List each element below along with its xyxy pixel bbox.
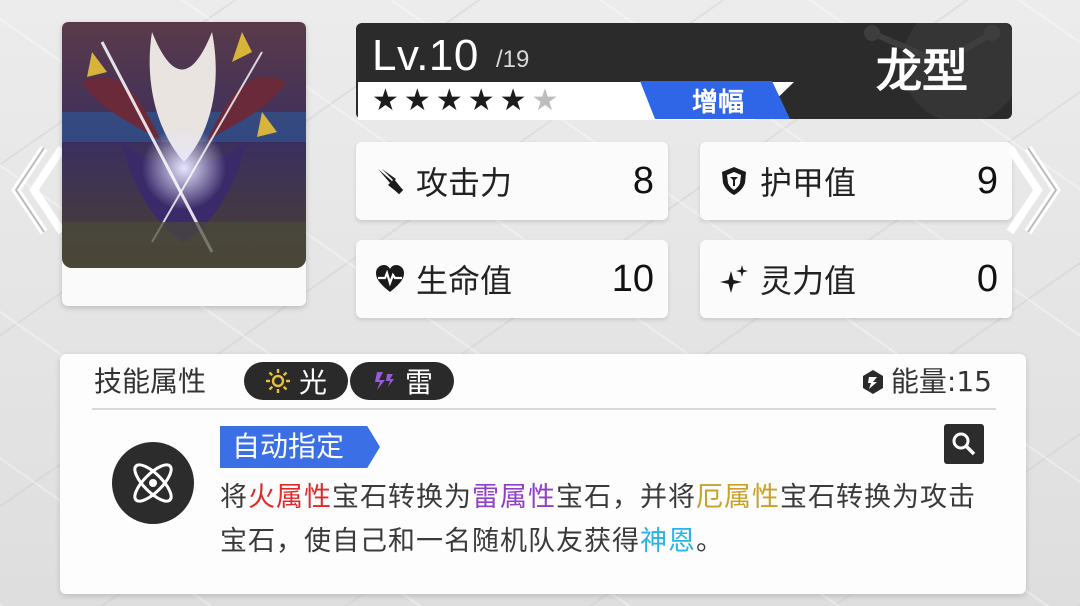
attribute-badge-thunder[interactable]: 雷 [350, 362, 454, 400]
thunder-icon [374, 372, 394, 390]
attribute-thunder-label: 雷 [404, 366, 433, 399]
stat-hp: 生命值 10 [356, 240, 668, 318]
star-icon: ★ [467, 83, 495, 118]
energy-value: 能量:15 [890, 365, 992, 398]
character-portrait-card[interactable] [62, 22, 306, 306]
skill-description: 将火属性宝石转换为雷属性宝石，并将厄属性宝石转换为攻击宝石，使自己和一名随机队友… [220, 476, 1000, 564]
skill-desc-text: 宝石转换为 [332, 482, 472, 513]
character-type: 龙型 [876, 44, 968, 98]
stat-attack-label: 攻击力 [416, 164, 513, 202]
sword-icon [370, 161, 410, 201]
attribute-light-label: 光 [298, 366, 327, 399]
stat-attack: 攻击力 8 [356, 142, 668, 220]
divider [92, 408, 996, 410]
stat-hp-value: 10 [611, 257, 654, 300]
stat-spirit-label: 灵力值 [760, 262, 857, 300]
chevron-right-icon [1006, 145, 1061, 235]
star-icon: ★ [403, 83, 431, 118]
skill-desc-text: 宝石，并将 [556, 482, 696, 513]
skill-desc-text: 。 [696, 526, 724, 557]
light-icon [265, 369, 290, 393]
heart-icon [370, 259, 410, 299]
magnify-icon [952, 432, 976, 456]
stat-spirit-value: 0 [976, 257, 998, 300]
prev-card-button[interactable] [4, 140, 66, 240]
stat-hp-label: 生命值 [416, 262, 513, 300]
stat-armor-value: 9 [976, 159, 998, 202]
star-empty-icon: ★ [531, 83, 559, 118]
keyword-fire: 火属性 [248, 482, 332, 513]
atom-icon [112, 442, 194, 524]
level-max: /19 [496, 46, 530, 73]
keyword-thunder: 雷属性 [472, 482, 556, 513]
stat-armor-label: 护甲值 [760, 164, 857, 202]
skill-attribute-label: 技能属性 [94, 365, 207, 398]
energy-cost: 能量:15 [859, 362, 992, 402]
keyword-grace: 神恩 [640, 526, 696, 557]
star-icon: ★ [372, 83, 399, 118]
stat-attack-value: 8 [632, 159, 654, 202]
character-portrait [62, 22, 306, 268]
skill-target-tag: 自动指定 [220, 426, 380, 468]
attribute-badge-light[interactable]: 光 [244, 362, 348, 400]
star-rating: ★ ★ ★ ★ ★ ★ [372, 86, 558, 116]
stat-armor: 护甲值 9 [700, 142, 1012, 220]
star-icon: ★ [435, 83, 463, 118]
star-icon: ★ [499, 83, 527, 118]
next-card-button[interactable] [1006, 140, 1068, 240]
keyword-curse: 厄属性 [696, 482, 780, 513]
shield-icon [714, 161, 754, 201]
sparkle-icon [714, 259, 754, 299]
skill-desc-text: 将 [220, 482, 248, 513]
boost-tag: 增幅 [640, 81, 790, 119]
skill-panel: 技能属性 光 雷 能量:15 自动指定 将火属性宝石转换为雷属性宝石，并将厄属性… [60, 354, 1026, 594]
energy-icon [862, 370, 883, 394]
stat-spirit: 灵力值 0 [700, 240, 1012, 318]
chevron-left-icon [11, 145, 66, 235]
level-value: Lv.10 [372, 31, 479, 80]
magnify-button[interactable] [944, 424, 984, 464]
